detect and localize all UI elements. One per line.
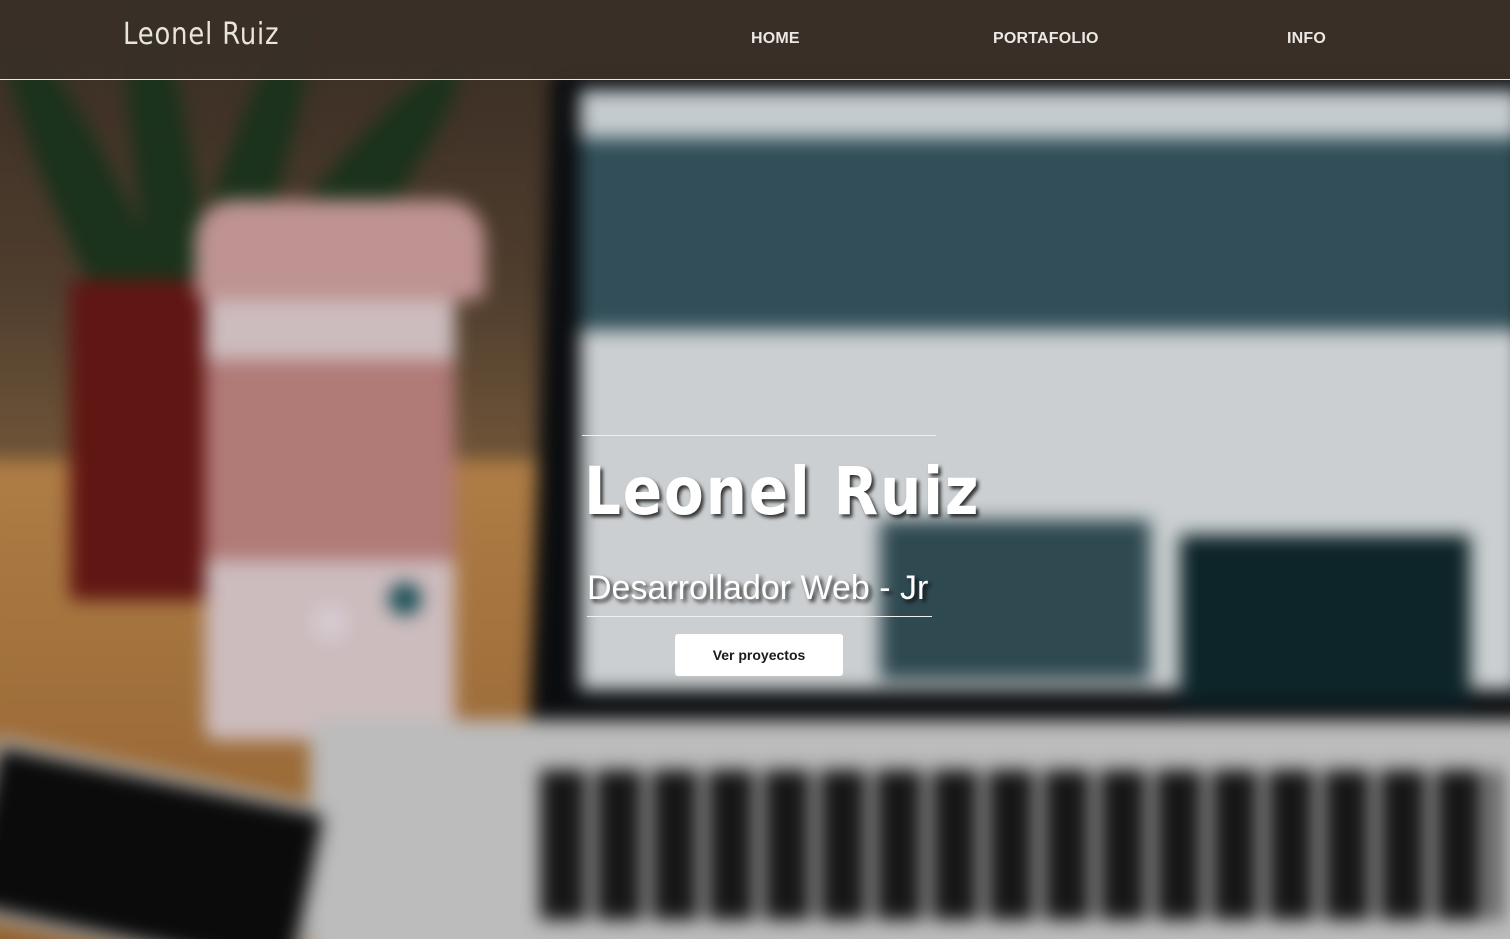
nav-link-portafolio[interactable]: PORTAFOLIO (993, 30, 1099, 48)
nav-link-info[interactable]: INFO (1287, 30, 1326, 48)
top-navbar: Leonel Ruiz HOME PORTAFOLIO INFO (0, 0, 1510, 80)
view-projects-button[interactable]: Ver proyectos (675, 634, 843, 676)
hero-subtitle-divider (587, 616, 932, 617)
hero-title: Leonel Ruiz (584, 453, 981, 530)
hero-top-divider (582, 435, 936, 436)
hero-subtitle: Desarrollador Web - Jr (587, 569, 929, 607)
brand-logo-link[interactable]: Leonel Ruiz (123, 17, 279, 52)
nav-link-home[interactable]: HOME (751, 30, 800, 48)
